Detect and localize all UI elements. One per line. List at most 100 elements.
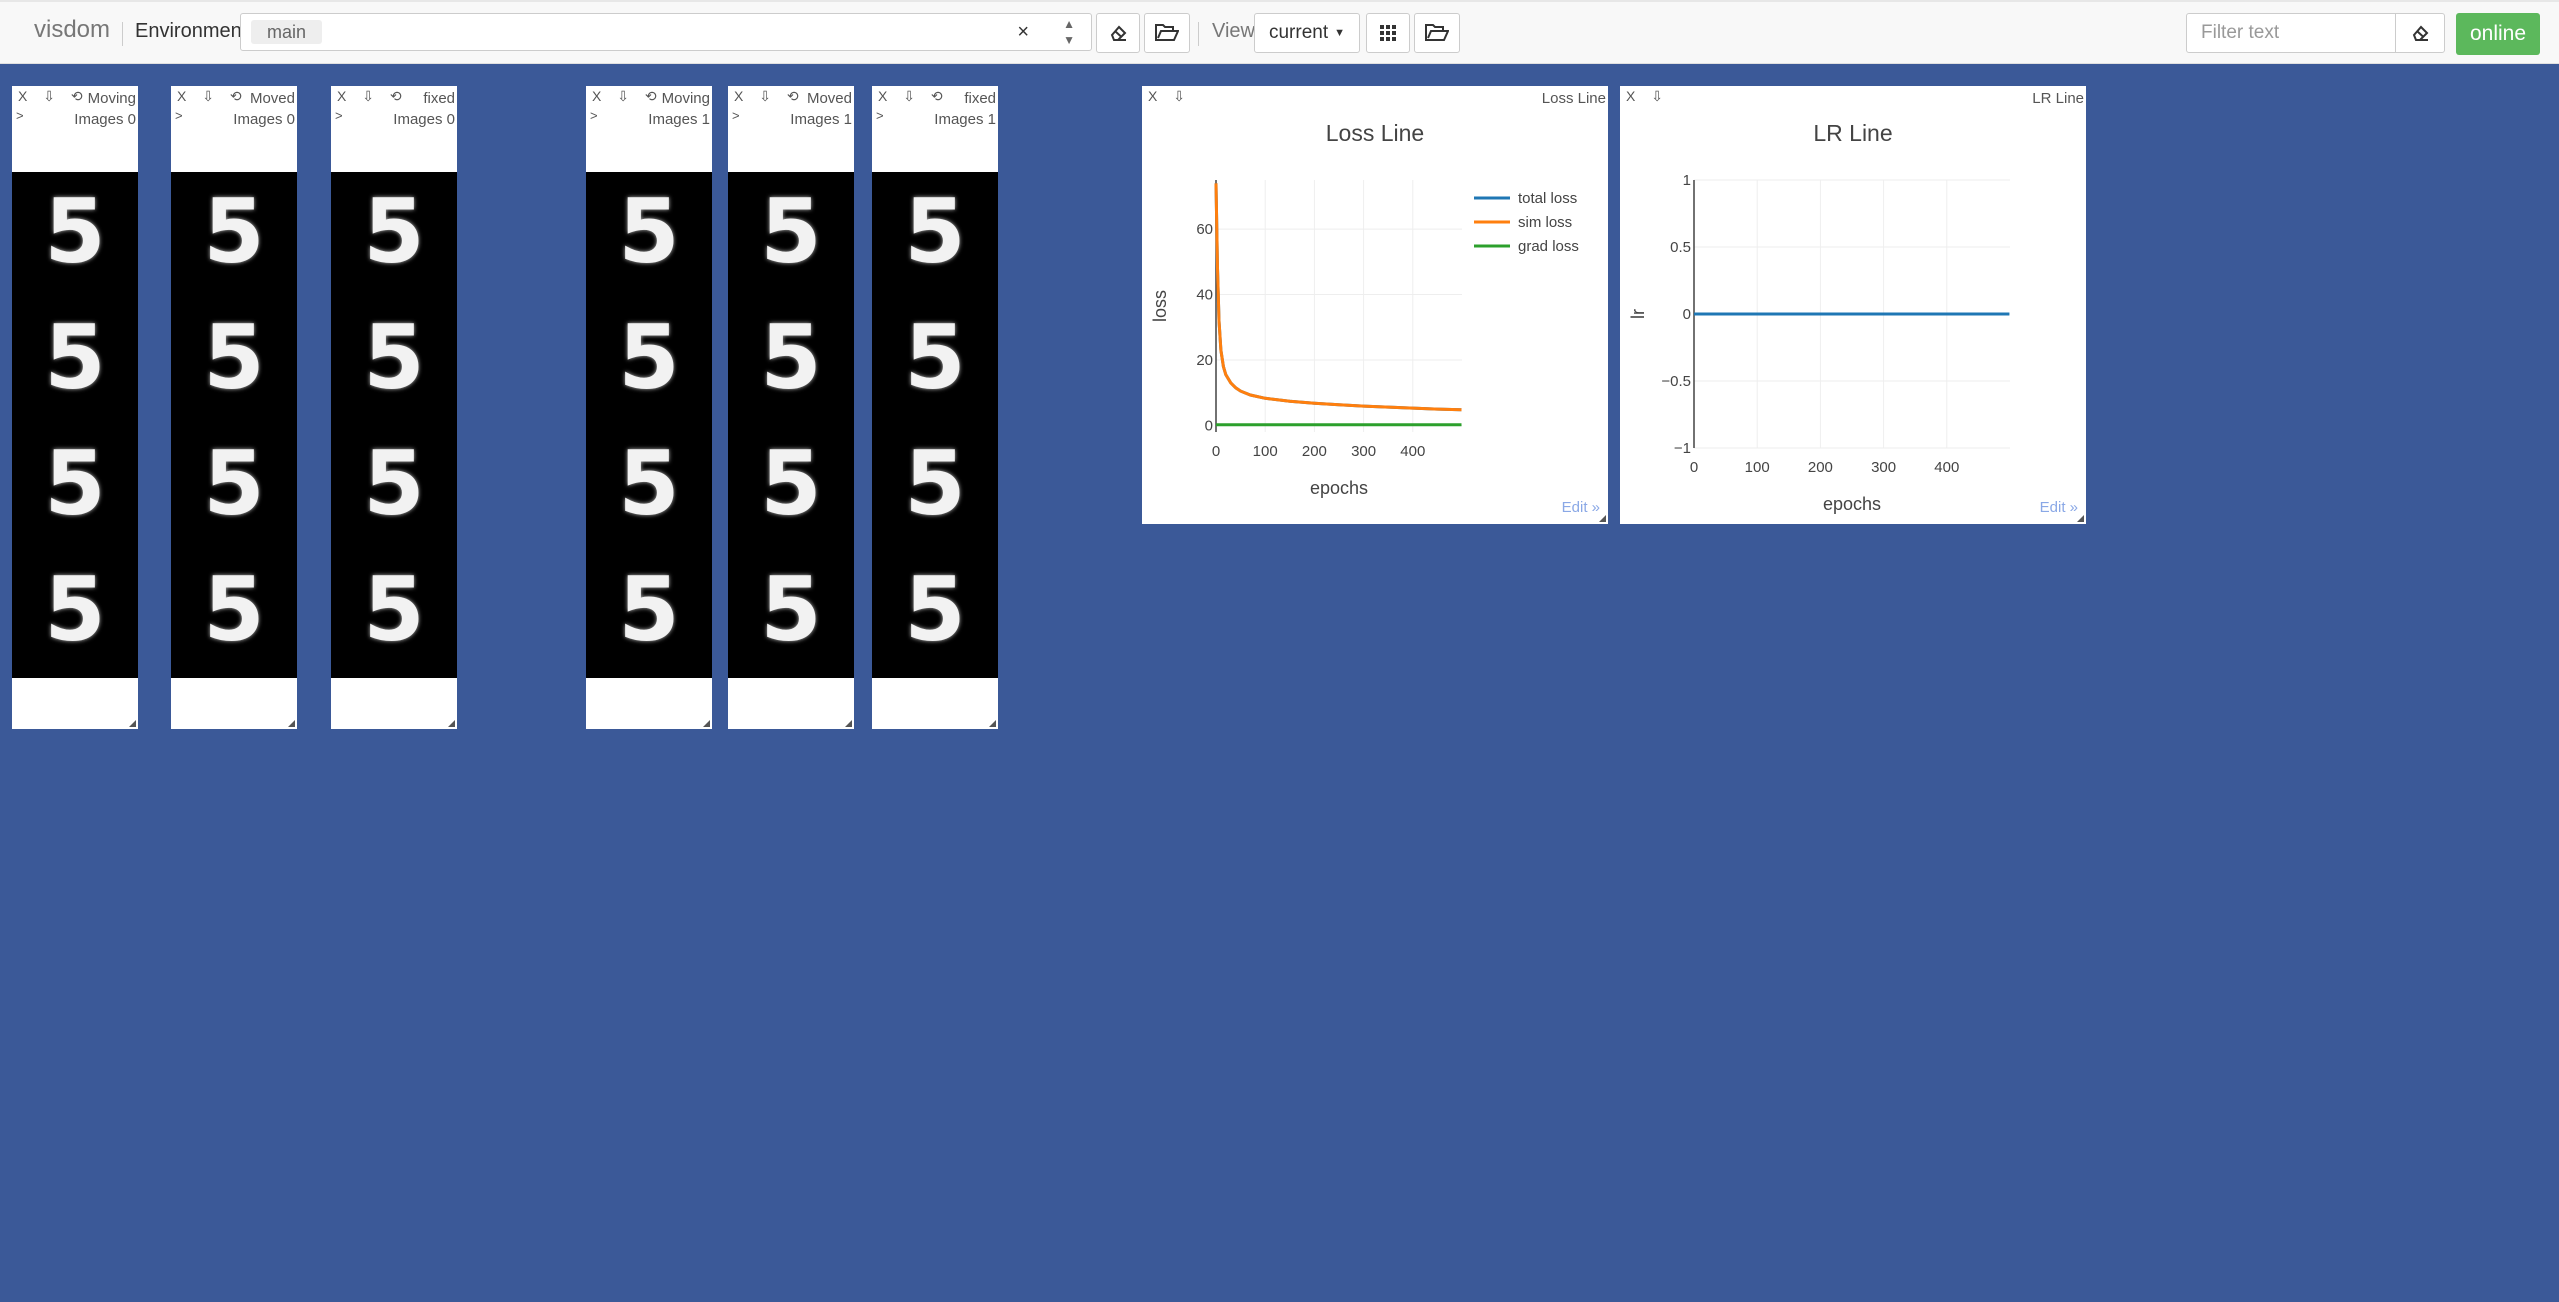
manage-views-button[interactable] — [1414, 13, 1460, 53]
pane-arrow-icon[interactable]: > — [732, 108, 740, 123]
pane-titlebar[interactable]: X ⇩ ⟲ > Moving Images 1 — [586, 86, 712, 128]
digit-image: 5 — [363, 180, 425, 283]
image-pane[interactable]: X ⇩ ⟲ > Moved Images 0 5 5 5 5 — [171, 86, 297, 729]
edit-plot-link[interactable]: Edit » — [2040, 499, 2078, 516]
digit-image: 5 — [618, 432, 680, 535]
resize-handle[interactable] — [845, 720, 852, 727]
digit-image: 5 — [618, 180, 680, 283]
digit-image: 5 — [363, 558, 425, 661]
x-tick-label: 200 — [1808, 459, 1833, 476]
pane-titlebar[interactable]: X ⇩ ⟲ > Moved Images 0 — [171, 86, 297, 128]
digit-image: 5 — [904, 558, 966, 661]
divider — [122, 22, 123, 46]
pane-arrow-icon[interactable]: > — [335, 108, 343, 123]
plot-pane-lr[interactable]: X ⇩ LR Line LR Line 0 100 200 300 400 1 0.5 0 −0… — [1620, 86, 2086, 524]
image-pane[interactable]: X ⇩ ⟲ > Moving Images 1 5 5 5 5 — [586, 86, 712, 729]
pane-title: Moved Images 0 — [233, 90, 295, 128]
folder-open-icon — [1425, 24, 1449, 41]
repack-button[interactable] — [1366, 13, 1410, 53]
digit-image: 5 — [618, 558, 680, 661]
environment-select[interactable]: main × ▲ ▼ — [240, 13, 1092, 51]
x-tick-label: 300 — [1871, 459, 1896, 476]
digit-image: 5 — [44, 180, 106, 283]
digit-image: 5 — [363, 432, 425, 535]
lr-line-chart[interactable]: 0 100 200 300 400 1 0.5 0 −0.5 −1 epochs lr — [1620, 86, 2086, 524]
digit-image: 5 — [363, 306, 425, 409]
filter-text-input[interactable] — [2186, 13, 2396, 53]
top-bar: visdom Environment main × ▲ ▼ View curren… — [0, 0, 2559, 64]
digit-image: 5 — [760, 180, 822, 283]
view-label: View — [1212, 20, 1255, 42]
loss-line-chart[interactable]: 0 100 200 300 400 0 20 40 60 epochs loss total loss… — [1142, 86, 1608, 524]
edit-plot-link[interactable]: Edit » — [1562, 499, 1600, 516]
clear-environment-icon[interactable]: × — [1017, 21, 1029, 44]
x-axis-label: epochs — [1823, 494, 1881, 514]
pane-title: Moving Images 0 — [74, 90, 136, 128]
image-grid: 5 5 5 5 — [331, 172, 457, 678]
environment-spinner-icon[interactable]: ▲ ▼ — [1063, 16, 1075, 48]
resize-handle[interactable] — [288, 720, 295, 727]
resize-handle[interactable] — [989, 720, 996, 727]
pane-titlebar[interactable]: X ⇩ ⟲ > Moving Images 0 — [12, 86, 138, 128]
y-tick-label: 1 — [1683, 172, 1691, 189]
digit-image: 5 — [44, 432, 106, 535]
brand-logo[interactable]: visdom — [34, 16, 110, 44]
resize-handle[interactable] — [703, 720, 710, 727]
y-tick-label: 40 — [1196, 287, 1213, 304]
pane-title: fixed Images 1 — [934, 90, 996, 128]
x-tick-label: 0 — [1690, 459, 1698, 476]
clear-filter-button[interactable] — [2395, 13, 2445, 53]
x-tick-label: 200 — [1302, 443, 1327, 460]
pane-arrow-icon[interactable]: > — [175, 108, 183, 123]
y-tick-label: −1 — [1674, 440, 1691, 457]
series-line-total-loss — [1214, 183, 1462, 412]
series-line-sim-loss — [1214, 183, 1462, 412]
plot-pane-loss[interactable]: X ⇩ Loss Line Loss Line 0 100 200 300 400 0 20… — [1142, 86, 1608, 524]
x-axis-label: epochs — [1310, 478, 1368, 498]
caret-down-icon: ▼ — [1334, 27, 1346, 39]
digit-image: 5 — [203, 180, 265, 283]
online-status-button[interactable]: online — [2456, 13, 2540, 55]
digit-image: 5 — [203, 432, 265, 535]
eraser-icon — [2412, 25, 2429, 41]
clear-env-button[interactable] — [1096, 13, 1140, 53]
manage-env-button[interactable] — [1144, 13, 1190, 53]
pane-title: fixed Images 0 — [393, 90, 455, 128]
image-pane[interactable]: X ⇩ ⟲ > Moved Images 1 5 5 5 5 — [728, 86, 854, 729]
x-tick-label: 0 — [1212, 443, 1220, 460]
environment-label: Environment — [135, 20, 248, 42]
digit-image: 5 — [760, 558, 822, 661]
legend-label: total loss — [1518, 190, 1577, 207]
legend-label: sim loss — [1518, 214, 1572, 231]
x-tick-label: 100 — [1745, 459, 1770, 476]
image-grid: 5 5 5 5 — [171, 172, 297, 678]
y-tick-label: 0 — [1205, 417, 1213, 434]
image-pane[interactable]: X ⇩ ⟲ > fixed Images 0 5 5 5 5 — [331, 86, 457, 729]
pane-arrow-icon[interactable]: > — [590, 108, 598, 123]
digit-image: 5 — [904, 432, 966, 535]
pane-titlebar[interactable]: X ⇩ ⟲ > fixed Images 0 — [331, 86, 457, 128]
y-tick-label: −0.5 — [1661, 373, 1691, 390]
image-pane[interactable]: X ⇩ ⟲ > fixed Images 1 5 5 5 5 — [872, 86, 998, 729]
resize-handle[interactable] — [2077, 515, 2084, 522]
y-axis-label: lr — [1628, 309, 1648, 319]
image-grid: 5 5 5 5 — [586, 172, 712, 678]
image-pane[interactable]: X ⇩ ⟲ > Moving Images 0 5 5 5 5 — [12, 86, 138, 729]
pane-titlebar[interactable]: X ⇩ ⟲ > fixed Images 1 — [872, 86, 998, 128]
y-tick-label: 20 — [1196, 352, 1213, 369]
view-select[interactable]: current ▼ — [1254, 13, 1360, 53]
digit-image: 5 — [760, 306, 822, 409]
pane-arrow-icon[interactable]: > — [876, 108, 884, 123]
digit-image: 5 — [618, 306, 680, 409]
digit-image: 5 — [904, 180, 966, 283]
resize-handle[interactable] — [1599, 515, 1606, 522]
resize-handle[interactable] — [448, 720, 455, 727]
resize-handle[interactable] — [129, 720, 136, 727]
environment-chip-main[interactable]: main — [251, 20, 323, 44]
pane-titlebar[interactable]: X ⇩ ⟲ > Moved Images 1 — [728, 86, 854, 128]
pane-title: Moved Images 1 — [790, 90, 852, 128]
y-tick-label: 0.5 — [1670, 239, 1691, 256]
y-tick-label: 0 — [1683, 306, 1691, 323]
grid-icon — [1380, 25, 1396, 41]
pane-arrow-icon[interactable]: > — [16, 108, 24, 123]
